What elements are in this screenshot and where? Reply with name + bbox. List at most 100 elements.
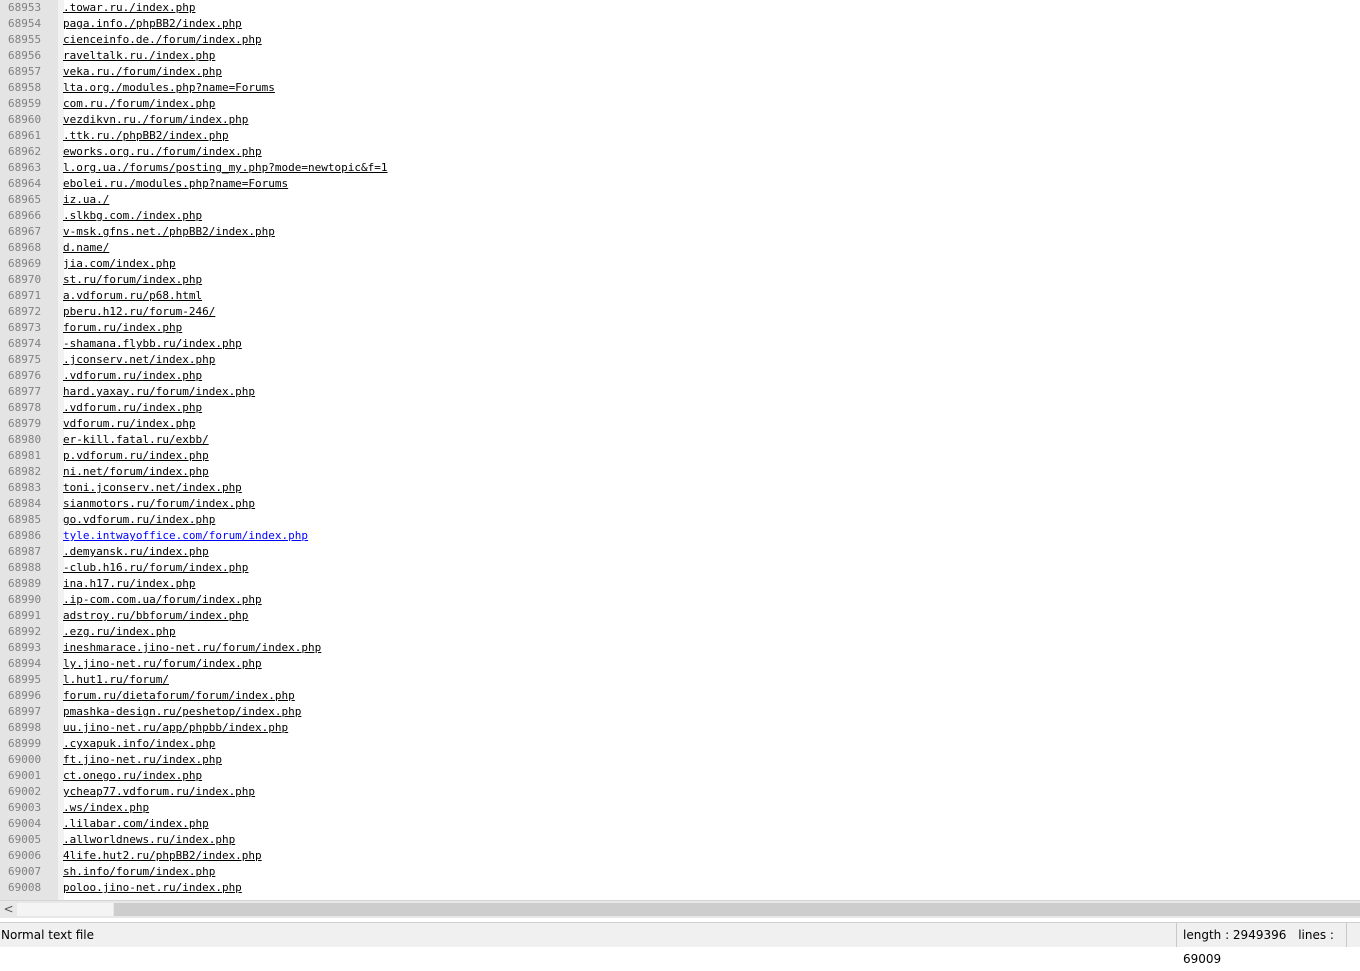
editor-line[interactable]: 69001 ct.onego.ru/index.php (0, 768, 1360, 784)
editor-line[interactable]: 68987 .demyansk.ru/index.php (0, 544, 1360, 560)
editor-line[interactable]: 68971 a.vdforum.ru/p68.html (0, 288, 1360, 304)
line-text[interactable]: paga.info./phpBB2/index.php (63, 16, 242, 32)
editor-line[interactable]: 69004 .lilabar.com/index.php (0, 816, 1360, 832)
line-text[interactable]: 4life.hut2.ru/phpBB2/index.php (63, 848, 262, 864)
line-text[interactable]: go.vdforum.ru/index.php (63, 512, 215, 528)
line-text[interactable]: er-kill.fatal.ru/exbb/ (63, 432, 209, 448)
line-text[interactable]: .towar.ru./index.php (63, 0, 195, 16)
line-text[interactable]: .vdforum.ru/index.php (63, 368, 202, 384)
editor-line[interactable]: 68994 ly.jino-net.ru/forum/index.php (0, 656, 1360, 672)
line-text[interactable]: ineshmarace.jino-net.ru/forum/index.php (63, 640, 321, 656)
line-text[interactable]: l.hut1.ru/forum/ (63, 672, 169, 688)
editor-line[interactable]: 68998 uu.jino-net.ru/app/phpbb/index.php (0, 720, 1360, 736)
editor-line[interactable]: 68983 toni.jconserv.net/index.php (0, 480, 1360, 496)
editor-line[interactable]: 68970 st.ru/forum/index.php (0, 272, 1360, 288)
line-text[interactable]: ft.jino-net.ru/index.php (63, 752, 222, 768)
editor-line[interactable]: 69006 4life.hut2.ru/phpBB2/index.php (0, 848, 1360, 864)
editor-line[interactable]: 68992 .ezg.ru/index.php (0, 624, 1360, 640)
line-text[interactable]: -shamana.flybb.ru/index.php (63, 336, 242, 352)
line-text[interactable]: .slkbg.com./index.php (63, 208, 202, 224)
line-text[interactable]: ebolei.ru./modules.php?name=Forums (63, 176, 288, 192)
line-text[interactable]: eworks.org.ru./forum/index.php (63, 144, 262, 160)
line-text[interactable]: toni.jconserv.net/index.php (63, 480, 242, 496)
editor-line[interactable]: 68956 raveltalk.ru./index.php (0, 48, 1360, 64)
line-text[interactable]: pberu.h12.ru/forum-246/ (63, 304, 215, 320)
line-text[interactable]: sh.info/forum/index.php (63, 864, 215, 880)
line-text[interactable]: .vdforum.ru/index.php (63, 400, 202, 416)
editor-line[interactable]: 68999 .cyxapuk.info/index.php (0, 736, 1360, 752)
editor-line[interactable]: 68986 tyle.intwayoffice.com/forum/index.p… (0, 528, 1360, 544)
line-text[interactable]: -club.h16.ru/forum/index.php (63, 560, 248, 576)
line-text[interactable]: vezdikvn.ru./forum/index.php (63, 112, 248, 128)
editor-line[interactable]: 68989 ina.h17.ru/index.php (0, 576, 1360, 592)
editor-line[interactable]: 68991 adstroy.ru/bbforum/index.php (0, 608, 1360, 624)
editor-line[interactable]: 68996 forum.ru/dietaforum/forum/index.php (0, 688, 1360, 704)
line-text[interactable]: ct.onego.ru/index.php (63, 768, 202, 784)
editor-line[interactable]: 68953 .towar.ru./index.php (0, 0, 1360, 16)
line-text[interactable]: l.org.ua./forums/posting_my.php?mode=new… (63, 160, 388, 176)
line-text[interactable]: .lilabar.com/index.php (63, 816, 209, 832)
line-text[interactable]: .jconserv.net/index.php (63, 352, 215, 368)
line-text[interactable]: p.vdforum.ru/index.php (63, 448, 209, 464)
line-text[interactable]: uu.jino-net.ru/app/phpbb/index.php (63, 720, 288, 736)
line-text[interactable]: pmashka-design.ru/peshetop/index.php (63, 704, 301, 720)
line-text[interactable]: forum.ru/dietaforum/forum/index.php (63, 688, 295, 704)
editor-line[interactable]: 69008 poloo.jino-net.ru/index.php (0, 880, 1360, 896)
text-editor[interactable]: 68953 .towar.ru./index.php 68954 paga.info.… (0, 0, 1360, 900)
line-text[interactable]: ycheap77.vdforum.ru/index.php (63, 784, 255, 800)
line-text[interactable]: iz.ua./ (63, 192, 109, 208)
editor-line[interactable]: 68957 veka.ru./forum/index.php (0, 64, 1360, 80)
scrollbar-thumb[interactable] (17, 903, 113, 916)
editor-line[interactable]: 68960 vezdikvn.ru./forum/index.php (0, 112, 1360, 128)
line-text[interactable]: jia.com/index.php (63, 256, 176, 272)
editor-line[interactable]: 68993 ineshmarace.jino-net.ru/forum/index… (0, 640, 1360, 656)
line-text[interactable]: sianmotors.ru/forum/index.php (63, 496, 255, 512)
editor-line[interactable]: 68988 -club.h16.ru/forum/index.php (0, 560, 1360, 576)
line-text[interactable]: com.ru./forum/index.php (63, 96, 215, 112)
line-text[interactable]: adstroy.ru/bbforum/index.php (63, 608, 248, 624)
editor-line[interactable]: 68980 er-kill.fatal.ru/exbb/ (0, 432, 1360, 448)
line-text[interactable]: forum.ru/index.php (63, 320, 182, 336)
editor-line[interactable]: 68995 l.hut1.ru/forum/ (0, 672, 1360, 688)
editor-line[interactable]: 68997 pmashka-design.ru/peshetop/index.ph… (0, 704, 1360, 720)
line-text[interactable]: raveltalk.ru./index.php (63, 48, 215, 64)
line-text[interactable]: veka.ru./forum/index.php (63, 64, 222, 80)
line-text[interactable]: cienceinfo.de./forum/index.php (63, 32, 262, 48)
editor-lines[interactable]: 68953 .towar.ru./index.php 68954 paga.info.… (0, 0, 1360, 896)
editor-line[interactable]: 68974 -shamana.flybb.ru/index.php (0, 336, 1360, 352)
editor-line[interactable]: 68966 .slkbg.com./index.php (0, 208, 1360, 224)
horizontal-scrollbar[interactable]: < (0, 900, 1360, 918)
editor-line[interactable]: 68968 d.name/ (0, 240, 1360, 256)
editor-line[interactable]: 68963 l.org.ua./forums/posting_my.php?mod… (0, 160, 1360, 176)
line-text[interactable]: d.name/ (63, 240, 109, 256)
editor-line[interactable]: 68972 pberu.h12.ru/forum-246/ (0, 304, 1360, 320)
editor-line[interactable]: 69000 ft.jino-net.ru/index.php (0, 752, 1360, 768)
editor-line[interactable]: 68977 hard.yaxay.ru/forum/index.php (0, 384, 1360, 400)
editor-line[interactable]: 68959 com.ru./forum/index.php (0, 96, 1360, 112)
editor-line[interactable]: 68978 .vdforum.ru/index.php (0, 400, 1360, 416)
line-text[interactable]: .demyansk.ru/index.php (63, 544, 209, 560)
line-text[interactable]: .ip-com.com.ua/forum/index.php (63, 592, 262, 608)
editor-line[interactable]: 68958 lta.org./modules.php?name=Forums (0, 80, 1360, 96)
line-text[interactable]: ina.h17.ru/index.php (63, 576, 195, 592)
editor-line[interactable]: 69005 .allworldnews.ru/index.php (0, 832, 1360, 848)
line-text[interactable]: v-msk.gfns.net./phpBB2/index.php (63, 224, 275, 240)
line-text[interactable]: tyle.intwayoffice.com/forum/index.php (63, 528, 308, 544)
line-text[interactable]: .ws/index.php (63, 800, 149, 816)
editor-line[interactable]: 68990 .ip-com.com.ua/forum/index.php (0, 592, 1360, 608)
line-text[interactable]: ni.net/forum/index.php (63, 464, 209, 480)
editor-line[interactable]: 68955 cienceinfo.de./forum/index.php (0, 32, 1360, 48)
editor-line[interactable]: 68984 sianmotors.ru/forum/index.php (0, 496, 1360, 512)
editor-line[interactable]: 68962 eworks.org.ru./forum/index.php (0, 144, 1360, 160)
line-text[interactable]: vdforum.ru/index.php (63, 416, 195, 432)
editor-line[interactable]: 68976 .vdforum.ru/index.php (0, 368, 1360, 384)
editor-line[interactable]: 68961 .ttk.ru./phpBB2/index.php (0, 128, 1360, 144)
editor-line[interactable]: 68964 ebolei.ru./modules.php?name=Forums (0, 176, 1360, 192)
line-text[interactable]: .ezg.ru/index.php (63, 624, 176, 640)
editor-line[interactable]: 68979 vdforum.ru/index.php (0, 416, 1360, 432)
line-text[interactable]: a.vdforum.ru/p68.html (63, 288, 202, 304)
line-text[interactable]: lta.org./modules.php?name=Forums (63, 80, 275, 96)
editor-line[interactable]: 68967 v-msk.gfns.net./phpBB2/index.php (0, 224, 1360, 240)
editor-line[interactable]: 68969 jia.com/index.php (0, 256, 1360, 272)
line-text[interactable]: st.ru/forum/index.php (63, 272, 202, 288)
